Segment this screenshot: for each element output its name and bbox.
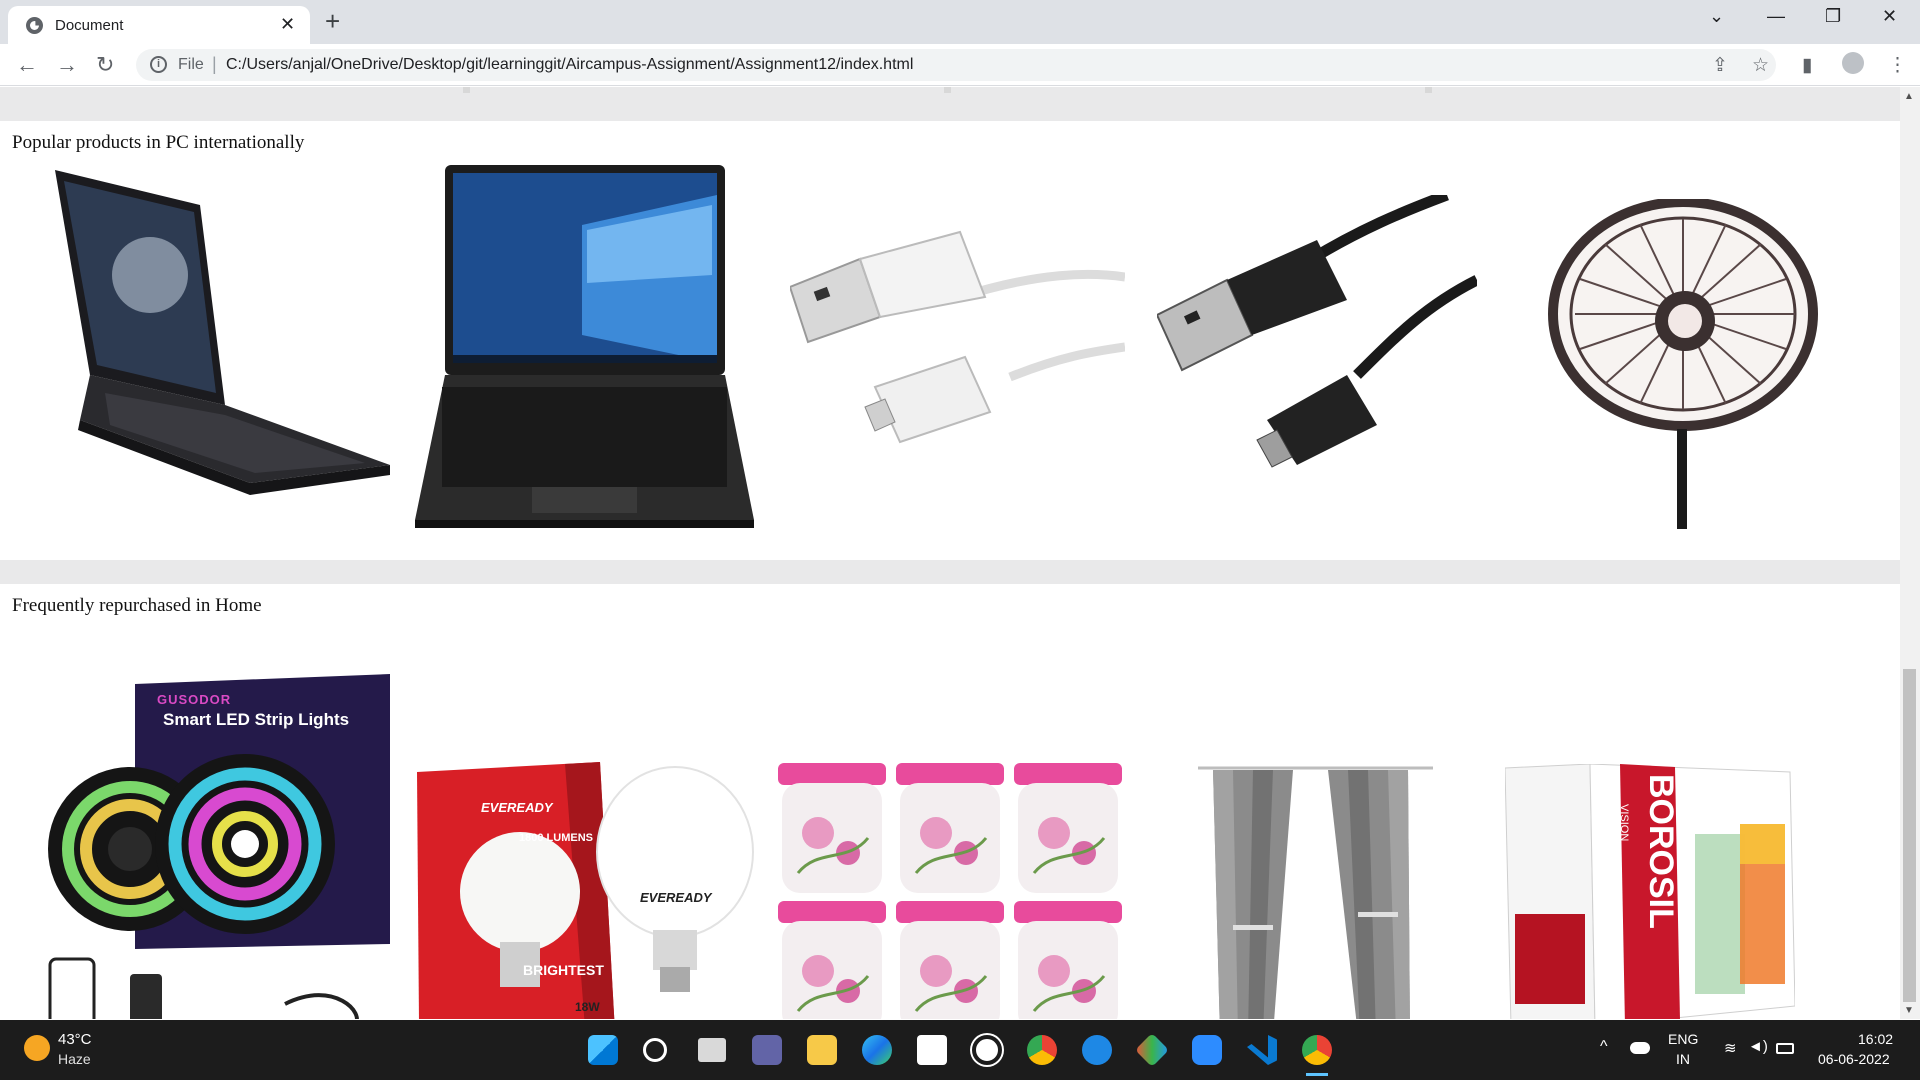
- reload-icon[interactable]: ↻: [96, 52, 114, 78]
- gaming-laptop-angled-image[interactable]: [50, 165, 390, 495]
- language-code[interactable]: ENG: [1668, 1031, 1698, 1047]
- scroll-down-icon[interactable]: ▼: [1904, 1005, 1914, 1016]
- divider-fragment: [944, 87, 951, 93]
- product-watt: 18W: [575, 1000, 600, 1014]
- clock-time[interactable]: 16:02: [1858, 1031, 1893, 1047]
- microsoft-store-icon[interactable]: [917, 1035, 947, 1065]
- led-strip-lights-image[interactable]: GUSODOR Smart LED Strip Lights: [45, 674, 395, 1019]
- divider-fragment: [463, 87, 470, 93]
- search-icon[interactable]: [643, 1038, 667, 1062]
- url-text[interactable]: C:/Users/anjal/OneDrive/Desktop/git/lear…: [226, 56, 913, 74]
- onedrive-icon[interactable]: [1630, 1042, 1650, 1054]
- section-heading: Popular products in PC internationally: [12, 132, 305, 153]
- restore-icon[interactable]: ❐: [1825, 6, 1841, 27]
- scroll-up-icon[interactable]: ▲: [1904, 91, 1914, 102]
- bookmark-star-icon[interactable]: ☆: [1752, 54, 1769, 77]
- page-scrollbar[interactable]: ▲ ▼: [1900, 87, 1920, 1019]
- teams-chat-icon[interactable]: [752, 1035, 782, 1065]
- led-bulb-image[interactable]: EVEREADY 1800 LUMENS BRIGHTEST EVEREADY …: [415, 762, 755, 1019]
- edge-icon[interactable]: [862, 1035, 892, 1065]
- minimize-icon[interactable]: —: [1767, 6, 1785, 27]
- address-bar[interactable]: i File | C:/Users/anjal/OneDrive/Desktop…: [136, 49, 1776, 81]
- weather-temperature[interactable]: 43°C: [58, 1031, 92, 1048]
- divider-fragment: [1425, 87, 1432, 93]
- product-sub: VISION: [1618, 804, 1630, 842]
- back-icon[interactable]: ←: [16, 52, 38, 78]
- desk-fan-image[interactable]: [1545, 199, 1825, 529]
- battery-icon[interactable]: [1776, 1043, 1794, 1054]
- wifi-icon[interactable]: ≋: [1724, 1039, 1737, 1057]
- product-sub: BRIGHTEST: [523, 962, 604, 978]
- gaming-laptop-front-image[interactable]: [412, 165, 757, 530]
- scrollbar-thumb[interactable]: [1903, 669, 1916, 1002]
- vscode-icon[interactable]: [1247, 1035, 1277, 1065]
- profile-icon[interactable]: [1842, 52, 1864, 74]
- usb-cable-white-image[interactable]: [790, 217, 1125, 497]
- bulb-brand: EVEREADY: [640, 890, 712, 905]
- window-close-icon[interactable]: ✕: [1882, 6, 1897, 27]
- clock-date[interactable]: 06-06-2022: [1818, 1051, 1890, 1067]
- active-indicator: [1306, 1073, 1328, 1076]
- globe-icon: [26, 17, 43, 34]
- forward-icon[interactable]: →: [56, 52, 78, 78]
- chevron-up-icon[interactable]: ^: [1600, 1038, 1608, 1056]
- weather-icon[interactable]: [24, 1035, 50, 1061]
- storage-jars-image[interactable]: [776, 763, 1124, 1019]
- page-viewport: Popular products in PC internationally F…: [0, 87, 1900, 1019]
- product-label: 1800 LUMENS: [519, 832, 593, 844]
- file-label: File: [178, 56, 204, 73]
- section-divider: [0, 560, 1900, 584]
- language-region[interactable]: IN: [1676, 1051, 1690, 1067]
- start-icon[interactable]: [588, 1035, 618, 1065]
- info-icon[interactable]: i: [150, 56, 167, 73]
- glass-set-image[interactable]: BOROSIL VISION: [1505, 764, 1795, 1019]
- share-icon[interactable]: ⇪: [1712, 54, 1728, 77]
- menu-kebab-icon[interactable]: ⋮: [1888, 54, 1907, 77]
- zoom-icon[interactable]: [1192, 1035, 1222, 1065]
- git-icon[interactable]: [1135, 1033, 1169, 1067]
- browser-tab-strip: Document ✕ + ⌄ — ❐ ✕: [0, 0, 1920, 44]
- product-label: Smart LED Strip Lights: [163, 710, 350, 729]
- close-tab-icon[interactable]: ✕: [280, 14, 295, 35]
- section-heading: Frequently repurchased in Home: [12, 595, 262, 616]
- chrome-icon[interactable]: [1027, 1035, 1057, 1065]
- side-panel-icon[interactable]: ▮: [1802, 54, 1812, 77]
- chrome-active-icon[interactable]: [1302, 1035, 1332, 1065]
- volume-icon[interactable]: ◄): [1748, 1038, 1768, 1055]
- product-brand: BOROSIL: [1642, 774, 1680, 929]
- tab-search-icon[interactable]: ⌄: [1709, 6, 1724, 27]
- github-icon[interactable]: [972, 1035, 1002, 1065]
- product-brand: GUSODOR: [157, 692, 232, 707]
- help-icon[interactable]: [1082, 1035, 1112, 1065]
- task-view-icon[interactable]: [698, 1038, 726, 1062]
- file-explorer-icon[interactable]: [807, 1035, 837, 1065]
- separator: |: [212, 54, 217, 74]
- product-brand: EVEREADY: [481, 800, 553, 815]
- new-tab-icon[interactable]: +: [325, 6, 340, 37]
- tab-title: Document: [55, 17, 124, 34]
- usb-cable-black-image[interactable]: [1157, 195, 1477, 515]
- curtains-image[interactable]: [1198, 765, 1433, 1019]
- browser-tab[interactable]: Document ✕: [8, 6, 310, 44]
- weather-description[interactable]: Haze: [58, 1051, 91, 1067]
- browser-toolbar: ← → ↻ i File | C:/Users/anjal/OneDrive/D…: [0, 44, 1920, 86]
- windows-taskbar: 43°C Haze ^ ENG IN ≋ ◄) 16:02 06-06-2022: [0, 1020, 1920, 1080]
